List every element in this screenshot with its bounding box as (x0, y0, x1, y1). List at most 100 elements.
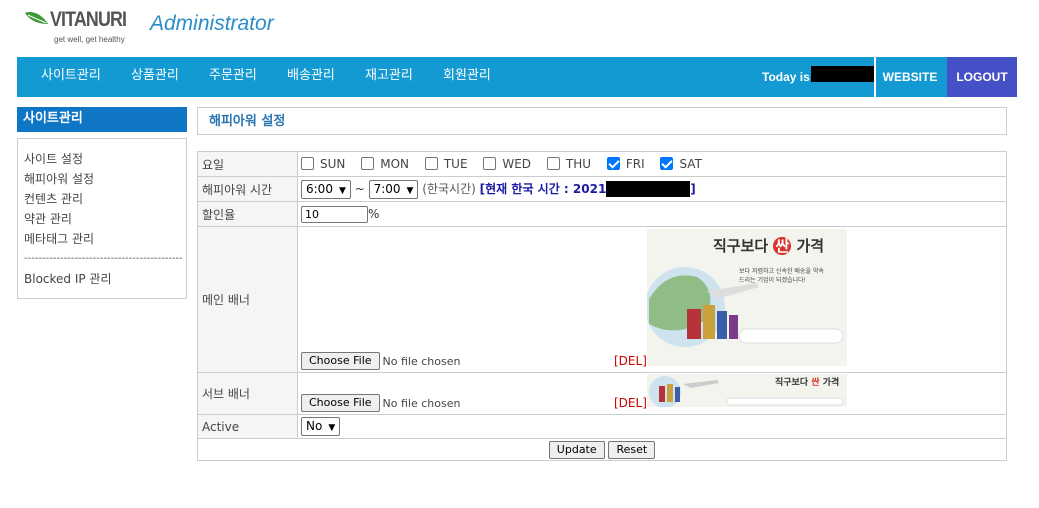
sub-banner-label: 서브 배너 (197, 372, 298, 415)
sidebar-item-blocked-ip[interactable]: Blocked IP 관리 (24, 269, 186, 289)
nav-product-management[interactable]: 상품관리 (131, 57, 179, 97)
happy-hour-form: 요일 SUN MON TUE WED THU FRI SAT 해피아워 시간 6… (197, 151, 1007, 461)
day-fri-label: FRI (625, 157, 645, 171)
discount-unit: % (368, 206, 380, 221)
sidebar-item-terms[interactable]: 약관 관리 (24, 209, 186, 229)
checkbox-mon[interactable] (361, 157, 375, 170)
day-tue[interactable]: TUE (424, 157, 468, 171)
reset-button[interactable]: Reset (608, 440, 656, 459)
nav-shipping-management[interactable]: 배송관리 (287, 57, 335, 97)
banner-sub-line2: 드리는 기업이 되겠습니다! (739, 277, 806, 284)
day-sun[interactable]: SUN (301, 157, 345, 171)
action-row: Update Reset (197, 438, 1007, 461)
main-banner-image: 직구보다 싼 가격 보다 저렴하고 신속한 배송을 약속 드리는 기업이 되겠습… (647, 229, 847, 366)
active-value: No (306, 419, 323, 433)
sidebar-divider: ----------------------------------------… (24, 253, 182, 264)
checkbox-wed[interactable] (483, 157, 497, 170)
chevron-down-icon: ▼ (406, 185, 414, 196)
main-banner-choose-file-button[interactable]: Choose File (301, 352, 380, 370)
redacted-time (606, 181, 691, 197)
active-field: No ▼ (297, 414, 1007, 439)
discount-input[interactable]: 10 (301, 205, 368, 223)
sub-banner-row: 서브 배너 Choose File No file chosen [DEL] 직구… (197, 372, 1007, 415)
checkbox-sat[interactable] (660, 157, 674, 170)
banner-headline-b: 싼 (773, 237, 792, 255)
action-buttons: Update Reset (197, 438, 1007, 461)
checkbox-sun[interactable] (301, 157, 314, 170)
sidebar-menu: 사이트 설정 해피아워 설정 컨텐츠 관리 약관 관리 메타태그 관리 ----… (17, 138, 187, 299)
app-title: Administrator (150, 12, 274, 35)
main-banner-field: Choose File No file chosen [DEL] 직구보다 싼 … (297, 226, 1007, 373)
main-banner-delete-link[interactable]: [DEL] (614, 354, 647, 368)
sub-banner-delete-link[interactable]: [DEL] (614, 396, 647, 410)
sub-banner-field: Choose File No file chosen [DEL] 직구보다 싼 가… (297, 372, 1007, 415)
banner-headline-a: 직구보다 (713, 237, 769, 255)
sub-banner-headline-c: 가격 (822, 378, 840, 388)
main-banner-headline: 직구보다 싼 가격 (713, 235, 824, 256)
page-title: 해피아워 설정 (197, 107, 1007, 135)
start-time-value: 6:00 (306, 181, 333, 196)
day-wed[interactable]: WED (483, 157, 531, 171)
chevron-down-icon: ▼ (328, 423, 336, 433)
sidebar-item-contents[interactable]: 컨텐츠 관리 (24, 189, 186, 209)
sub-banner-headline: 직구보다 싼 가격 (775, 375, 839, 388)
active-label: Active (197, 414, 298, 439)
day-thu-label: THU (565, 157, 592, 171)
discount-row: 할인율 10% (197, 201, 1007, 227)
time-label: 해피아워 시간 (197, 176, 298, 202)
sidebar-item-happy-hour[interactable]: 해피아워 설정 (24, 169, 186, 189)
brand-name: VITANURI (50, 8, 127, 31)
vitanuri-logo: VITANURI get well, get healthy (24, 8, 134, 48)
active-row: Active No ▼ (197, 414, 1007, 439)
day-mon[interactable]: MON (361, 157, 409, 171)
day-row: 요일 SUN MON TUE WED THU FRI SAT (197, 151, 1007, 177)
day-tue-label: TUE (443, 157, 468, 171)
day-sun-label: SUN (320, 157, 346, 171)
sidebar-item-site-settings[interactable]: 사이트 설정 (24, 149, 186, 169)
day-sat-label: SAT (679, 157, 702, 171)
main-banner-row: 메인 배너 Choose File No file chosen [DEL] 직… (197, 226, 1007, 373)
banner-headline-c: 가격 (796, 237, 825, 255)
sub-banner-choose-file-button[interactable]: Choose File (301, 394, 380, 412)
checkbox-thu[interactable] (546, 157, 560, 170)
day-fri[interactable]: FRI (606, 157, 645, 171)
chevron-down-icon: ▼ (338, 185, 346, 196)
website-button[interactable]: WEBSITE (874, 57, 944, 97)
nav-site-management[interactable]: 사이트관리 (41, 57, 101, 97)
main-banner-label: 메인 배너 (197, 226, 298, 373)
logout-button[interactable]: LOGOUT (947, 57, 1017, 97)
day-mon-label: MON (380, 157, 409, 171)
nav-member-management[interactable]: 회원관리 (443, 57, 491, 97)
korea-time-prefix: [현재 한국 시간 : 2021 (479, 181, 607, 196)
day-label: 요일 (197, 151, 298, 177)
start-time-select[interactable]: 6:00 ▼ (301, 179, 351, 199)
day-options: SUN MON TUE WED THU FRI SAT (297, 151, 1007, 177)
redacted-date (811, 66, 877, 82)
korea-time-suffix: ] (690, 181, 696, 196)
sidebar-item-meta-tags[interactable]: 메타태그 관리 (24, 229, 186, 249)
time-row: 해피아워 시간 6:00 ▼ ~ 7:00 ▼ (한국시간) [현재 한국 시간 :… (197, 176, 1007, 202)
sub-banner-headline-b: 싼 (811, 378, 820, 388)
today-label: Today is (762, 70, 810, 84)
main-navbar: 사이트관리 상품관리 주문관리 배송관리 재고관리 회원관리 Today is (17, 57, 1017, 97)
checkbox-fri[interactable] (606, 157, 620, 170)
update-button[interactable]: Update (548, 440, 605, 459)
banner-sub-line1: 보다 저렴하고 신속한 배송을 약속 (739, 268, 824, 275)
end-time-value: 7:00 (373, 181, 401, 196)
active-select[interactable]: No ▼ (301, 417, 341, 436)
nav-inventory-management[interactable]: 재고관리 (365, 57, 413, 97)
day-thu[interactable]: THU (546, 157, 592, 171)
day-sat[interactable]: SAT (660, 157, 702, 171)
timezone-note: (한국시간) (422, 181, 476, 196)
sub-banner-headline-a: 직구보다 (775, 378, 809, 388)
time-options: 6:00 ▼ ~ 7:00 ▼ (한국시간) [현재 한국 시간 : 2021] (297, 176, 1007, 202)
end-time-select[interactable]: 7:00 ▼ (368, 179, 419, 199)
nav-order-management[interactable]: 주문관리 (209, 57, 257, 97)
discount-label: 할인율 (197, 201, 298, 227)
checkbox-tue[interactable] (424, 157, 438, 170)
main-banner-subtext: 보다 저렴하고 신속한 배송을 약속 드리는 기업이 되겠습니다! (739, 267, 824, 285)
sidebar-heading: 사이트관리 (17, 107, 187, 132)
leaf-icon (25, 12, 48, 24)
main-banner-file-input: Choose File No file chosen (301, 352, 460, 370)
sub-banner-no-file: No file chosen (382, 396, 461, 410)
